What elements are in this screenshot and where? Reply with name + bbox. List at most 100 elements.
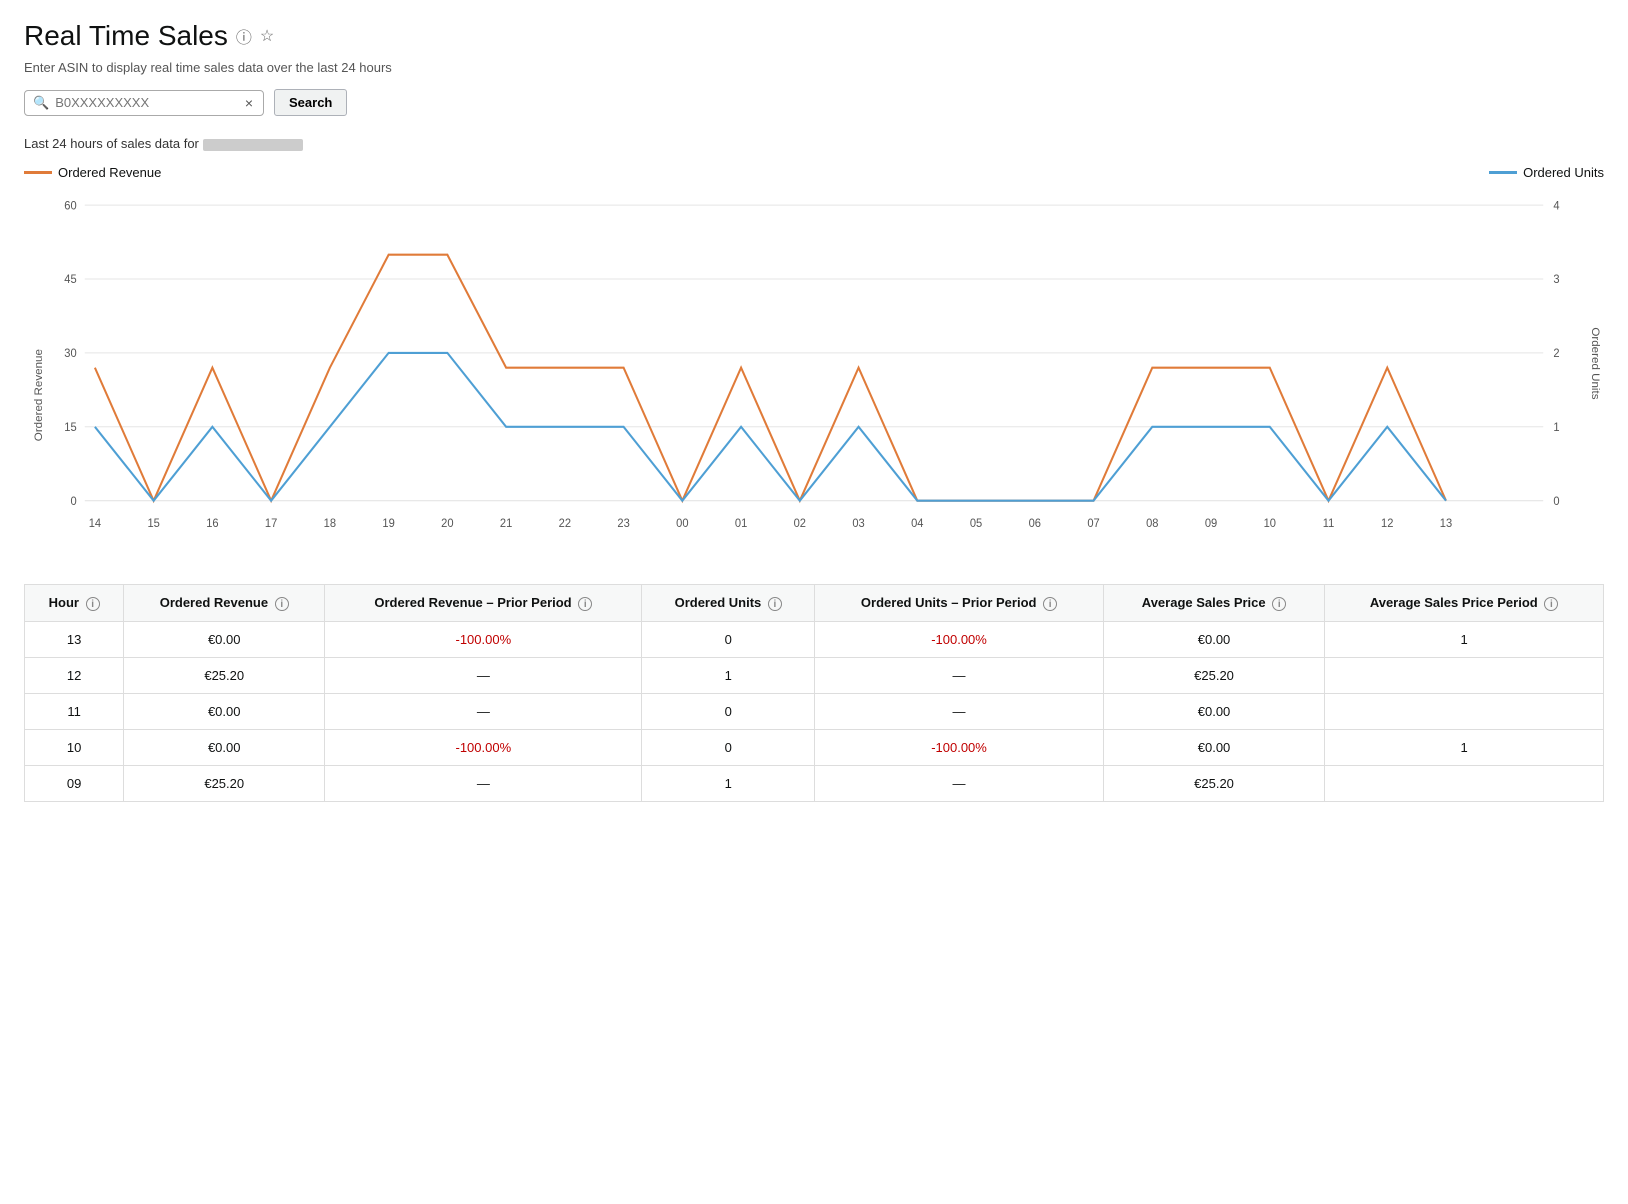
svg-text:16: 16 (206, 518, 218, 530)
svg-text:14: 14 (89, 518, 101, 530)
cell-hour: 12 (25, 658, 124, 694)
search-box: 🔍 × (24, 90, 264, 116)
svg-text:12: 12 (1381, 518, 1393, 530)
table-row: 11€0.00—0—€0.00 (25, 694, 1604, 730)
svg-text:3: 3 (1553, 274, 1559, 286)
page-subtitle: Enter ASIN to display real time sales da… (24, 60, 1604, 75)
col-units-prior-info[interactable]: i (1043, 597, 1057, 611)
col-revenue-info[interactable]: i (275, 597, 289, 611)
col-asp-info[interactable]: i (1272, 597, 1286, 611)
cell-ordered_units_prior: — (815, 694, 1104, 730)
cell-ordered_revenue: €25.20 (124, 658, 325, 694)
col-units-info[interactable]: i (768, 597, 782, 611)
col-ordered-units: Ordered Units i (642, 585, 815, 622)
svg-text:45: 45 (64, 274, 76, 286)
svg-text:21: 21 (500, 518, 512, 530)
svg-text:17: 17 (265, 518, 277, 530)
table-row: 13€0.00-100.00%0-100.00%€0.001 (25, 622, 1604, 658)
cell-avg_sales_price: €0.00 (1103, 622, 1324, 658)
info-icon[interactable]: ⓘ (236, 24, 252, 48)
col-avg-sales-price-prior: Average Sales Price Period i (1325, 585, 1604, 622)
cell-hour: 13 (25, 622, 124, 658)
cell-avg_sales_price_prior (1325, 766, 1604, 802)
svg-text:06: 06 (1029, 518, 1041, 530)
svg-text:15: 15 (147, 518, 159, 530)
search-input[interactable] (55, 95, 243, 110)
cell-ordered_units: 0 (642, 622, 815, 658)
col-hour: Hour i (25, 585, 124, 622)
legend-revenue-label: Ordered Revenue (58, 165, 161, 180)
chart-container: 0 15 30 45 60 0 1 2 3 4 14 15 16 17 18 1… (24, 184, 1604, 564)
cell-ordered_revenue_prior: -100.00% (325, 730, 642, 766)
svg-text:15: 15 (64, 422, 76, 434)
cell-hour: 09 (25, 766, 124, 802)
cell-avg_sales_price_prior: 1 (1325, 730, 1604, 766)
cell-ordered_revenue: €0.00 (124, 622, 325, 658)
table-header-row: Hour i Ordered Revenue i Ordered Revenue… (25, 585, 1604, 622)
col-revenue-prior-info[interactable]: i (578, 597, 592, 611)
svg-text:11: 11 (1323, 518, 1335, 530)
svg-text:00: 00 (676, 518, 688, 530)
cell-ordered_revenue: €0.00 (124, 730, 325, 766)
cell-ordered_revenue_prior: — (325, 694, 642, 730)
page-title: Real Time Sales ⓘ ☆ (24, 20, 1604, 52)
svg-text:60: 60 (64, 200, 76, 212)
cell-ordered_revenue: €25.20 (124, 766, 325, 802)
legend-units-label: Ordered Units (1523, 165, 1604, 180)
asin-value (203, 139, 303, 151)
svg-text:19: 19 (382, 518, 394, 530)
table-row: 12€25.20—1—€25.20 (25, 658, 1604, 694)
col-ordered-revenue: Ordered Revenue i (124, 585, 325, 622)
data-label: Last 24 hours of sales data for (24, 136, 1604, 151)
legend-blue-line (1489, 171, 1517, 174)
svg-text:08: 08 (1146, 518, 1158, 530)
col-hour-info[interactable]: i (86, 597, 100, 611)
cell-ordered_units: 1 (642, 658, 815, 694)
svg-text:Ordered Revenue: Ordered Revenue (33, 349, 45, 441)
svg-text:1: 1 (1553, 422, 1559, 434)
cell-hour: 10 (25, 730, 124, 766)
search-button[interactable]: Search (274, 89, 347, 116)
cell-avg_sales_price: €0.00 (1103, 694, 1324, 730)
cell-ordered_revenue_prior: -100.00% (325, 622, 642, 658)
data-table: Hour i Ordered Revenue i Ordered Revenue… (24, 584, 1604, 802)
svg-text:30: 30 (64, 348, 76, 360)
svg-text:22: 22 (559, 518, 571, 530)
cell-hour: 11 (25, 694, 124, 730)
search-icon: 🔍 (33, 95, 49, 111)
cell-avg_sales_price: €0.00 (1103, 730, 1324, 766)
svg-text:05: 05 (970, 518, 982, 530)
svg-text:0: 0 (1553, 496, 1559, 508)
col-ordered-units-prior: Ordered Units – Prior Period i (815, 585, 1104, 622)
cell-avg_sales_price_prior (1325, 694, 1604, 730)
svg-text:07: 07 (1087, 518, 1099, 530)
cell-ordered_revenue_prior: — (325, 658, 642, 694)
svg-text:2: 2 (1553, 348, 1559, 360)
svg-text:01: 01 (735, 518, 747, 530)
svg-text:03: 03 (852, 518, 864, 530)
col-avg-sales-price: Average Sales Price i (1103, 585, 1324, 622)
cell-avg_sales_price: €25.20 (1103, 766, 1324, 802)
table-row: 09€25.20—1—€25.20 (25, 766, 1604, 802)
chart-svg: 0 15 30 45 60 0 1 2 3 4 14 15 16 17 18 1… (24, 184, 1604, 564)
svg-text:18: 18 (324, 518, 336, 530)
cell-ordered_units_prior: -100.00% (815, 622, 1104, 658)
chart-legend: Ordered Revenue Ordered Units (24, 165, 1604, 180)
svg-text:23: 23 (617, 518, 629, 530)
col-asp-prior-info[interactable]: i (1544, 597, 1558, 611)
cell-ordered_units: 0 (642, 730, 815, 766)
cell-avg_sales_price_prior (1325, 658, 1604, 694)
title-text: Real Time Sales (24, 20, 228, 52)
favorite-icon[interactable]: ☆ (260, 26, 274, 46)
cell-avg_sales_price: €25.20 (1103, 658, 1324, 694)
col-ordered-revenue-prior: Ordered Revenue – Prior Period i (325, 585, 642, 622)
svg-text:0: 0 (70, 496, 76, 508)
legend-orange-line (24, 171, 52, 174)
svg-text:04: 04 (911, 518, 923, 530)
legend-ordered-revenue: Ordered Revenue (24, 165, 161, 180)
cell-ordered_units: 0 (642, 694, 815, 730)
svg-text:13: 13 (1440, 518, 1452, 530)
svg-text:10: 10 (1264, 518, 1276, 530)
table-container: Hour i Ordered Revenue i Ordered Revenue… (24, 584, 1604, 802)
clear-button[interactable]: × (243, 95, 255, 111)
